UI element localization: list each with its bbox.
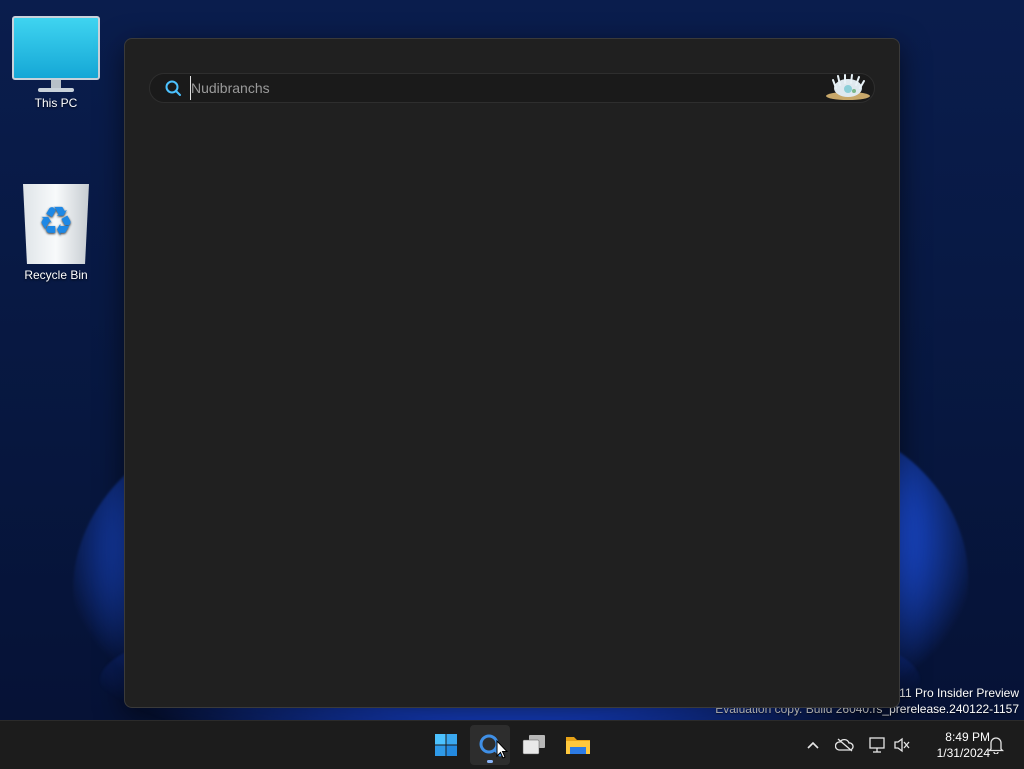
this-pc-icon	[8, 16, 104, 92]
desktop-icon-recycle-bin[interactable]: ♻ Recycle Bin	[8, 180, 104, 282]
search-highlight-image[interactable]	[824, 74, 872, 102]
taskbar: 8:49 PM 1/31/2024	[0, 720, 1024, 769]
chevron-up-icon	[807, 741, 819, 749]
desktop-icon-label: Recycle Bin	[24, 268, 88, 282]
desktop-icon-label: This PC	[34, 96, 78, 110]
active-indicator	[487, 760, 493, 763]
notification-bell-icon	[988, 737, 1004, 754]
onedrive-offline-icon	[835, 738, 854, 752]
search-box[interactable]	[149, 73, 875, 103]
search-icon	[165, 80, 181, 96]
task-view-button[interactable]	[514, 725, 554, 765]
notifications-button[interactable]	[985, 734, 1007, 756]
start-button[interactable]	[426, 725, 466, 765]
file-explorer-button[interactable]	[558, 725, 598, 765]
volume-muted-icon	[894, 737, 910, 753]
recycle-bin-icon: ♻	[21, 180, 91, 264]
clock-time: 8:49 PM	[945, 730, 990, 744]
clock-date: 1/31/2024	[936, 746, 990, 760]
search-flyout	[124, 38, 900, 708]
show-hidden-icons-button[interactable]	[802, 734, 824, 756]
volume-button[interactable]	[891, 734, 913, 756]
network-button[interactable]	[866, 734, 888, 756]
mouse-cursor-icon	[496, 740, 508, 759]
taskbar-clock[interactable]: 8:49 PM 1/31/2024	[916, 729, 990, 761]
search-input[interactable]	[190, 76, 824, 100]
task-view-icon	[522, 735, 545, 755]
onedrive-button[interactable]	[834, 734, 856, 756]
windows-logo-icon	[435, 734, 457, 756]
desktop-icon-this-pc[interactable]: This PC	[8, 16, 104, 110]
network-icon	[869, 737, 885, 753]
folder-icon	[566, 737, 590, 754]
